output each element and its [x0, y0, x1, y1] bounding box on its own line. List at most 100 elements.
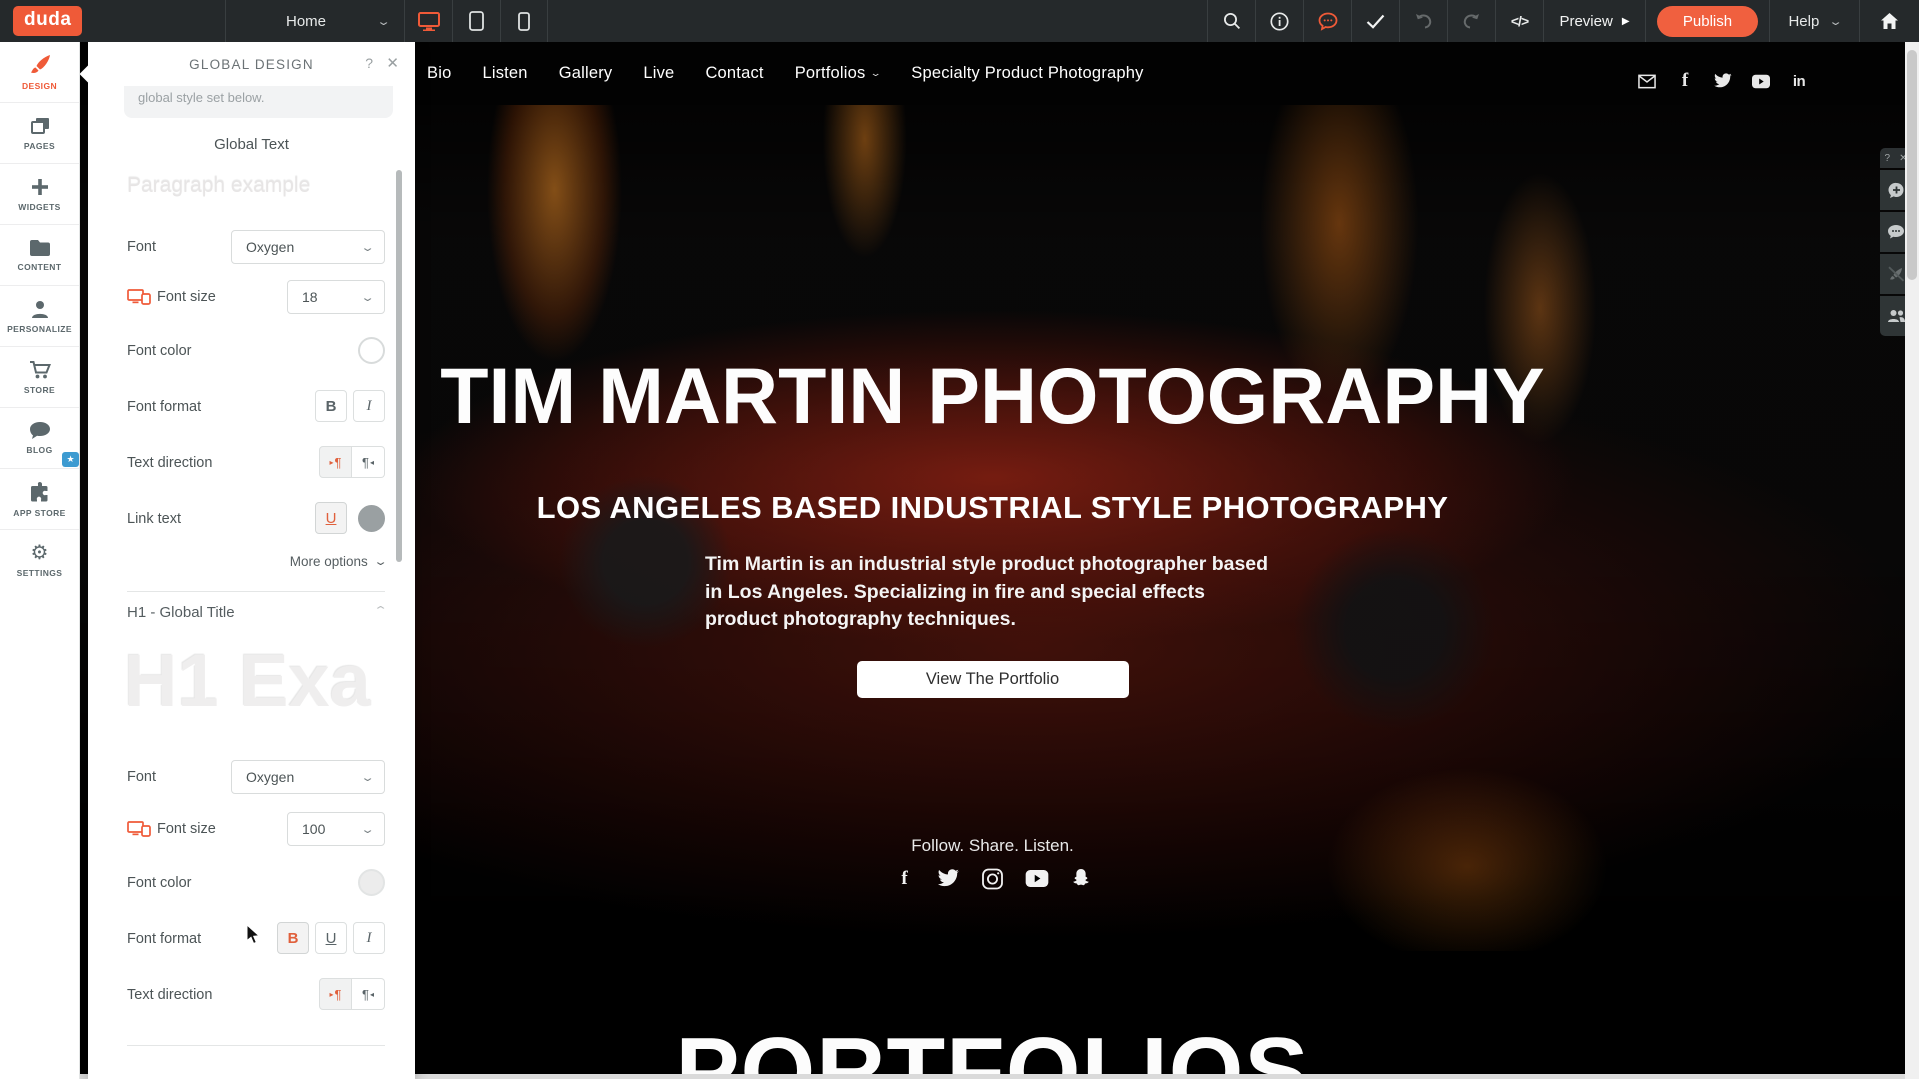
text-direction-label: Text direction	[127, 446, 212, 480]
snapchat-icon[interactable]	[1069, 867, 1092, 890]
triangle-icon: ◂	[370, 990, 374, 999]
nav-link-portfolios-label: Portfolios	[795, 64, 866, 83]
panel-header: GLOBAL DESIGN ? ✕	[88, 42, 415, 86]
h1-font-size-select[interactable]: 100 ⌄	[287, 812, 385, 846]
help-label: Help	[1788, 13, 1819, 30]
hero-description[interactable]: Tim Martin is an industrial style produc…	[705, 551, 1280, 634]
sidebar-label: STORE	[24, 385, 55, 395]
global-text-heading: Global Text	[88, 136, 415, 153]
toolbar-help-icon[interactable]: ?	[1885, 153, 1891, 164]
font-label: Font	[127, 230, 156, 264]
nav-link-gallery[interactable]: Gallery	[559, 64, 613, 83]
italic-button[interactable]: I	[353, 922, 385, 954]
panel-scrollbar[interactable]	[396, 170, 402, 562]
linkedin-icon[interactable]: in	[1790, 72, 1808, 90]
site-scrollbar-thumb[interactable]	[1907, 50, 1917, 280]
save-check-button[interactable]	[1351, 0, 1399, 42]
tablet-view-button[interactable]	[452, 0, 500, 42]
h1-font-color-swatch[interactable]	[358, 869, 385, 896]
text-direction-rtl-button[interactable]: ¶◂	[352, 978, 385, 1010]
pilcrow-icon: ¶	[335, 987, 342, 1002]
blog-chat-icon	[29, 421, 51, 440]
youtube-icon[interactable]	[1752, 72, 1770, 90]
search-button[interactable]	[1207, 0, 1255, 42]
chevron-down-icon: ⌄	[373, 555, 388, 568]
underline-button[interactable]: U	[315, 922, 347, 954]
plus-icon	[30, 177, 50, 197]
sidebar-item-widgets[interactable]: WIDGETS	[0, 164, 79, 225]
sidebar-item-design[interactable]: DESIGN	[0, 42, 79, 103]
duda-logo[interactable]: duda	[13, 6, 82, 36]
text-direction-rtl-button[interactable]: ¶◂	[352, 446, 385, 478]
page-selector-value: Home	[286, 13, 326, 30]
h1-text-direction-row: Text direction ▸¶ ¶◂	[127, 978, 385, 1012]
link-text-row: Link text U	[127, 502, 385, 536]
link-color-swatch[interactable]	[358, 505, 385, 532]
facebook-icon[interactable]: f	[893, 867, 916, 890]
site-scrollbar[interactable]	[1905, 42, 1919, 1079]
help-menu[interactable]: Help ⌄	[1769, 0, 1859, 42]
chevron-down-icon: ⌄	[376, 15, 391, 28]
italic-button[interactable]: I	[353, 390, 385, 422]
nav-link-listen[interactable]: Listen	[482, 64, 527, 83]
preview-button[interactable]: Preview ▶	[1543, 0, 1645, 42]
nav-link-live[interactable]: Live	[643, 64, 674, 83]
nav-link-specialty[interactable]: Specialty Product Photography	[911, 64, 1143, 83]
font-select[interactable]: Oxygen ⌄	[231, 230, 385, 264]
code-icon: </>	[1511, 13, 1528, 29]
instagram-icon[interactable]	[981, 867, 1004, 890]
bold-button[interactable]: B	[315, 390, 347, 422]
mouse-cursor	[246, 925, 264, 945]
redo-button[interactable]	[1447, 0, 1495, 42]
undo-button[interactable]	[1399, 0, 1447, 42]
text-direction-ltr-button[interactable]: ▸¶	[319, 446, 352, 478]
page-selector[interactable]: Home ⌄	[225, 0, 404, 42]
bold-button[interactable]: B	[277, 922, 309, 954]
font-size-value: 18	[302, 289, 318, 305]
close-icon[interactable]: ✕	[386, 54, 399, 72]
feedback-button[interactable]	[1303, 0, 1351, 42]
dashboard-home-button[interactable]	[1859, 0, 1919, 42]
email-icon[interactable]	[1638, 72, 1656, 90]
youtube-icon[interactable]	[1025, 867, 1048, 890]
dev-mode-button[interactable]: </>	[1495, 0, 1543, 42]
publish-button[interactable]: Publish	[1657, 6, 1758, 37]
font-format-label: Font format	[127, 390, 201, 424]
twitter-icon[interactable]	[937, 867, 960, 890]
h1-section-header[interactable]: H1 - Global Title ⌃	[127, 604, 385, 621]
mobile-view-button[interactable]	[500, 0, 548, 42]
sidebar-item-app-store[interactable]: APP STORE	[0, 469, 79, 530]
sidebar-label: PAGES	[24, 141, 55, 151]
nav-link-contact[interactable]: Contact	[705, 64, 763, 83]
person-icon	[30, 299, 50, 319]
sidebar-item-pages[interactable]: PAGES	[0, 103, 79, 164]
facebook-icon[interactable]: f	[1676, 72, 1694, 90]
chevron-down-icon: ⌄	[360, 771, 375, 784]
font-size-select[interactable]: 18 ⌄	[287, 280, 385, 314]
sidebar-item-store[interactable]: STORE	[0, 347, 79, 408]
nav-link-portfolios[interactable]: Portfolios⌄	[795, 64, 881, 83]
underline-button[interactable]: U	[315, 502, 347, 534]
font-color-label: Font color	[127, 334, 191, 368]
more-options-link[interactable]: More options ⌄	[290, 554, 385, 569]
star-icon: ★	[66, 454, 74, 465]
desktop-view-button[interactable]	[404, 0, 452, 42]
gear-icon: ⚙	[31, 543, 49, 563]
sidebar-item-settings[interactable]: ⚙ SETTINGS	[0, 530, 79, 591]
global-design-panel: global style set below. GLOBAL DESIGN ? …	[88, 42, 415, 1079]
h1-font-select[interactable]: Oxygen ⌄	[231, 760, 385, 794]
paragraph-font-size-row: Font size 18 ⌄	[127, 280, 385, 314]
font-color-swatch[interactable]	[358, 337, 385, 364]
view-portfolio-button[interactable]: View The Portfolio	[857, 661, 1129, 698]
info-button[interactable]	[1255, 0, 1303, 42]
sidebar-item-personalize[interactable]: PERSONALIZE	[0, 286, 79, 347]
comments-icon	[1887, 224, 1905, 240]
check-icon	[1366, 14, 1385, 29]
nav-link-bio[interactable]: Bio	[427, 64, 451, 83]
panel-help-icon[interactable]: ?	[365, 55, 373, 71]
sidebar-item-content[interactable]: CONTENT	[0, 225, 79, 286]
pilcrow-icon: ¶	[362, 987, 369, 1002]
twitter-icon[interactable]	[1714, 72, 1732, 90]
pilcrow-icon: ¶	[335, 455, 342, 470]
text-direction-ltr-button[interactable]: ▸¶	[319, 978, 352, 1010]
